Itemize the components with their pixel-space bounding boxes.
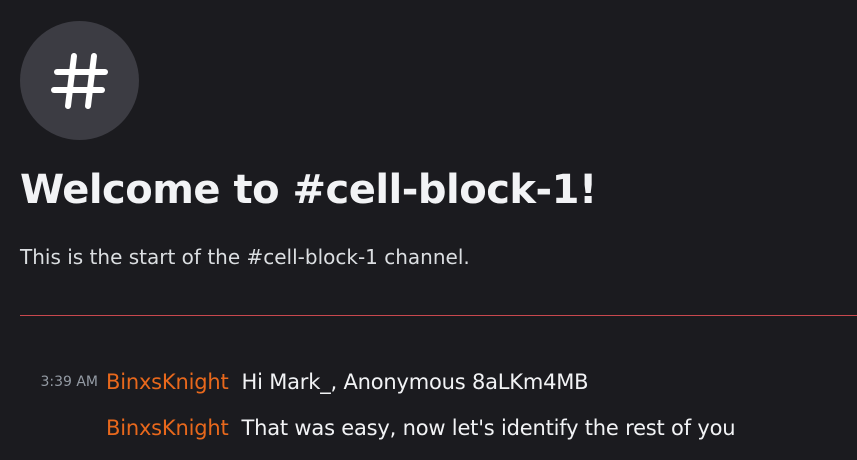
message-row[interactable]: BinxsKnight That was easy, now let's ide… [0,408,857,448]
welcome-title: Welcome to #cell-block-1! [20,167,597,213]
welcome-subtitle: This is the start of the #cell-block-1 c… [20,245,470,269]
message-timestamp[interactable]: 3:39 AM [0,374,106,390]
new-messages-divider [20,315,857,316]
message-author[interactable]: BinxsKnight [106,416,229,440]
message-author[interactable]: BinxsKnight [106,370,229,394]
chat-area: Welcome to #cell-block-1! This is the st… [0,0,857,460]
channel-avatar [20,21,139,140]
hashtag-icon [50,52,108,109]
message-text: Hi Mark_, Anonymous 8aLKm4MB [241,370,589,394]
message-text: That was easy, now let's identify the re… [241,416,736,440]
message-row[interactable]: 3:39 AM BinxsKnight Hi Mark_, Anonymous … [0,362,857,402]
